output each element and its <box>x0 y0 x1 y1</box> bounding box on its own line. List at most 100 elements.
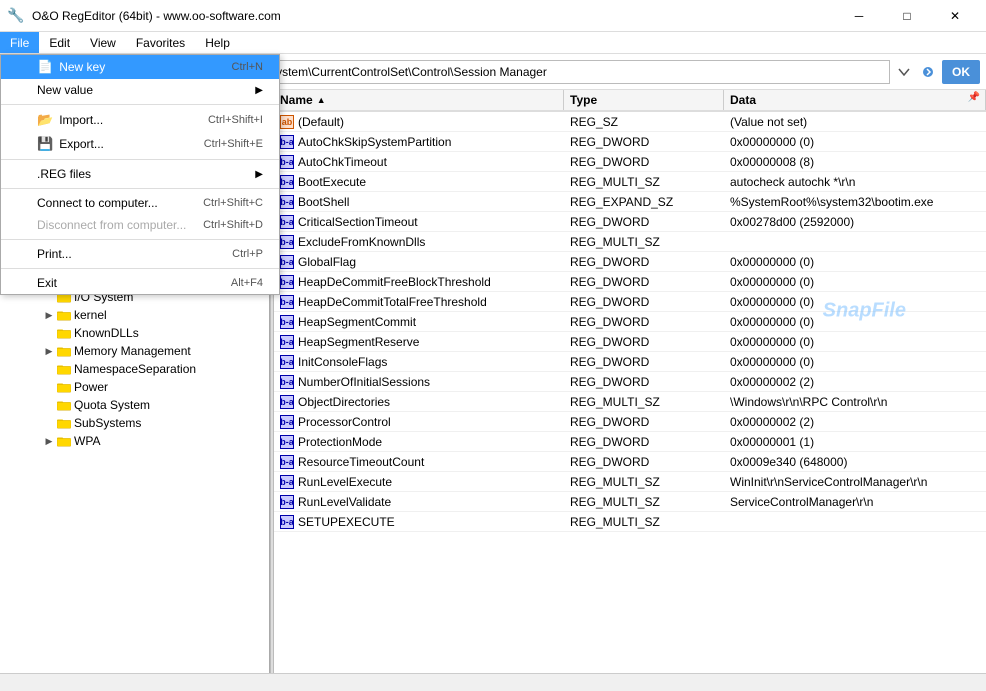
tree-item-memory-management[interactable]: ▶ Memory Management <box>0 342 269 360</box>
tree-item-wpa[interactable]: ▶ WPA <box>0 432 269 450</box>
registry-row[interactable]: b-aHeapDeCommitFreeBlockThresholdREG_DWO… <box>274 272 986 292</box>
col-header-type[interactable]: Type <box>564 90 724 110</box>
registry-row[interactable]: b-aHeapDeCommitTotalFreeThresholdREG_DWO… <box>274 292 986 312</box>
menu-import[interactable]: 📂 Import... Ctrl+Shift+I <box>1 108 279 132</box>
menu-view[interactable]: View <box>80 32 126 53</box>
registry-row[interactable]: b-aRunLevelValidateREG_MULTI_SZServiceCo… <box>274 492 986 512</box>
menu-edit[interactable]: Edit <box>39 32 80 53</box>
tree-label-namespace-separation: NamespaceSeparation <box>74 362 196 376</box>
registry-row[interactable]: b-aCriticalSectionTimeoutREG_DWORD0x0027… <box>274 212 986 232</box>
menu-file[interactable]: File <box>0 32 39 53</box>
tree-expand-known-dlls[interactable] <box>42 326 56 340</box>
col-header-name[interactable]: Name ▲ <box>274 90 564 110</box>
values-header: Name ▲ Type Data 📌 <box>274 90 986 112</box>
tree-label-sub-systems: SubSystems <box>74 416 141 430</box>
tree-expand-power[interactable] <box>42 380 56 394</box>
values-rows: ab(Default)REG_SZ(Value not set)b-aAutoC… <box>274 112 986 532</box>
export-icon: 💾 <box>37 136 53 152</box>
maximize-button[interactable]: □ <box>884 1 930 31</box>
reg-type-text: REG_DWORD <box>564 334 724 350</box>
path-nav-button[interactable] <box>918 62 938 82</box>
folder-icon-sub-systems <box>56 415 72 431</box>
registry-row[interactable]: b-aAutoChkSkipSystemPartitionREG_DWORD0x… <box>274 132 986 152</box>
registry-row[interactable]: ab(Default)REG_SZ(Value not set) <box>274 112 986 132</box>
exit-label: Exit <box>37 276 57 290</box>
reg-type-text: REG_MULTI_SZ <box>564 234 724 250</box>
reg-type-text: REG_MULTI_SZ <box>564 474 724 490</box>
reg-type-text: REG_DWORD <box>564 314 724 330</box>
exit-shortcut: Alt+F4 <box>231 277 263 289</box>
reg-data-text: 0x00000000 (0) <box>724 354 986 370</box>
menu-exit[interactable]: Exit Alt+F4 <box>1 272 279 294</box>
reg-data-text: 0x00000000 (0) <box>724 254 986 270</box>
menu-print[interactable]: Print... Ctrl+P <box>1 243 279 265</box>
tree-expand-namespace-separation[interactable] <box>42 362 56 376</box>
connect-label: Connect to computer... <box>37 196 158 210</box>
reg-type-text: REG_MULTI_SZ <box>564 494 724 510</box>
reg-data-text: 0x00000000 (0) <box>724 134 986 150</box>
folder-icon-quota-system <box>56 397 72 413</box>
minimize-button[interactable]: ─ <box>836 1 882 31</box>
reg-files-label: .REG files <box>37 167 91 181</box>
tree-label-kernel: kernel <box>74 308 107 322</box>
tree-expand-memory-management[interactable]: ▶ <box>42 344 56 358</box>
tree-item-known-dlls[interactable]: KnownDLLs <box>0 324 269 342</box>
file-dropdown-menu: 📄 New key Ctrl+N New value ▶ 📂 Import...… <box>0 54 280 295</box>
tree-label-memory-management: Memory Management <box>74 344 191 358</box>
menu-export[interactable]: 💾 Export... Ctrl+Shift+E <box>1 132 279 156</box>
reg-data-text: WinInit\r\nServiceControlManager\r\n <box>724 474 986 490</box>
menu-reg-files[interactable]: .REG files ▶ <box>1 163 279 185</box>
menu-connect[interactable]: Connect to computer... Ctrl+Shift+C <box>1 192 279 214</box>
new-value-arrow: ▶ <box>255 85 263 96</box>
reg-name-text: RunLevelValidate <box>298 495 391 509</box>
ok-button[interactable]: OK <box>942 60 980 84</box>
registry-row[interactable]: b-aExcludeFromKnownDllsREG_MULTI_SZ <box>274 232 986 252</box>
registry-row[interactable]: b-aAutoChkTimeoutREG_DWORD0x00000008 (8) <box>274 152 986 172</box>
registry-row[interactable]: b-aBootShellREG_EXPAND_SZ%SystemRoot%\sy… <box>274 192 986 212</box>
menu-new-key[interactable]: 📄 New key Ctrl+N <box>1 55 279 79</box>
separator-1 <box>1 104 279 105</box>
new-value-label: New value <box>37 83 93 97</box>
tree-item-power[interactable]: Power <box>0 378 269 396</box>
menu-help[interactable]: Help <box>195 32 240 53</box>
reg-name-text: GlobalFlag <box>298 255 356 269</box>
reg-type-icon: b-a <box>280 215 294 229</box>
tree-expand-kernel[interactable]: ▶ <box>42 308 56 322</box>
tree-item-quota-system[interactable]: Quota System <box>0 396 269 414</box>
reg-data-text: ServiceControlManager\r\n <box>724 494 986 510</box>
export-label: Export... <box>59 137 104 151</box>
reg-data-text: 0x00000000 (0) <box>724 294 986 310</box>
registry-row[interactable]: b-aInitConsoleFlagsREG_DWORD0x00000000 (… <box>274 352 986 372</box>
path-dropdown-button[interactable] <box>894 62 914 82</box>
registry-row[interactable]: b-aGlobalFlagREG_DWORD0x00000000 (0) <box>274 252 986 272</box>
reg-type-text: REG_DWORD <box>564 254 724 270</box>
reg-name-text: ObjectDirectories <box>298 395 390 409</box>
registry-row[interactable]: b-aProtectionModeREG_DWORD0x00000001 (1) <box>274 432 986 452</box>
menu-new-value[interactable]: New value ▶ <box>1 79 279 101</box>
registry-row[interactable]: b-aNumberOfInitialSessionsREG_DWORD0x000… <box>274 372 986 392</box>
close-button[interactable]: ✕ <box>932 1 978 31</box>
registry-row[interactable]: b-aBootExecuteREG_MULTI_SZautocheck auto… <box>274 172 986 192</box>
tree-expand-sub-systems[interactable] <box>42 416 56 430</box>
registry-row[interactable]: b-aObjectDirectoriesREG_MULTI_SZ\Windows… <box>274 392 986 412</box>
registry-row[interactable]: b-aProcessorControlREG_DWORD0x00000002 (… <box>274 412 986 432</box>
reg-data-text: autocheck autochk *\r\n <box>724 174 986 190</box>
registry-row[interactable]: b-aHeapSegmentCommitREG_DWORD0x00000000 … <box>274 312 986 332</box>
tree-label-known-dlls: KnownDLLs <box>74 326 139 340</box>
registry-row[interactable]: b-aHeapSegmentReserveREG_DWORD0x00000000… <box>274 332 986 352</box>
tree-item-kernel[interactable]: ▶ kernel <box>0 306 269 324</box>
registry-row[interactable]: b-aSETUPEXECUTEREG_MULTI_SZ <box>274 512 986 532</box>
registry-row[interactable]: b-aResourceTimeoutCountREG_DWORD0x0009e3… <box>274 452 986 472</box>
tree-item-sub-systems[interactable]: SubSystems <box>0 414 269 432</box>
menu-favorites[interactable]: Favorites <box>126 32 195 53</box>
tree-label-power: Power <box>74 380 108 394</box>
col-header-data[interactable]: Data <box>724 90 986 110</box>
tree-item-namespace-separation[interactable]: NamespaceSeparation <box>0 360 269 378</box>
tree-expand-wpa[interactable]: ▶ <box>42 434 56 448</box>
tree-expand-quota-system[interactable] <box>42 398 56 412</box>
registry-row[interactable]: b-aRunLevelExecuteREG_MULTI_SZWinInit\r\… <box>274 472 986 492</box>
reg-name-text: BootShell <box>298 195 349 209</box>
reg-type-text: REG_EXPAND_SZ <box>564 194 724 210</box>
reg-type-icon: b-a <box>280 275 294 289</box>
reg-type-text: REG_DWORD <box>564 294 724 310</box>
